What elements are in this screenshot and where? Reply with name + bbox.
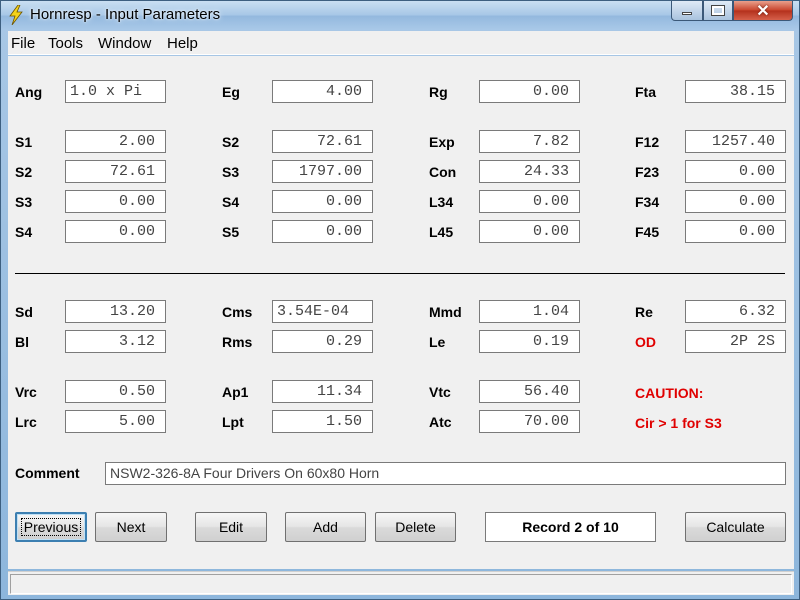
lightning-bolt-icon xyxy=(9,5,23,25)
label-fta: Fta xyxy=(635,84,656,100)
label-re: Re xyxy=(635,304,653,320)
label-ang: Ang xyxy=(15,84,43,100)
caution-title: CAUTION: xyxy=(635,385,704,401)
field-fta[interactable]: 38.15 xyxy=(685,80,786,103)
comment-label: Comment xyxy=(15,465,80,481)
field-lpt[interactable]: 1.50 xyxy=(272,410,373,433)
next-button[interactable]: Next xyxy=(95,512,167,542)
label-vtc: Vtc xyxy=(429,384,451,400)
field-cms[interactable]: 3.54E-04 xyxy=(272,300,373,323)
field-lrc[interactable]: 5.00 xyxy=(65,410,166,433)
delete-button[interactable]: Delete xyxy=(375,512,456,542)
field-atc[interactable]: 70.00 xyxy=(479,410,580,433)
label-rms: Rms xyxy=(222,334,253,350)
field-sd[interactable]: 13.20 xyxy=(65,300,166,323)
menu-file[interactable]: File xyxy=(11,35,35,52)
label-s2: S2 xyxy=(222,134,240,150)
comment-input[interactable]: NSW2-326-8A Four Drivers On 60x80 Horn xyxy=(105,462,786,485)
record-indicator: Record 2 of 10 xyxy=(485,512,656,542)
field-rg[interactable]: 0.00 xyxy=(479,80,580,103)
label-lrc: Lrc xyxy=(15,414,37,430)
field-s4[interactable]: 0.00 xyxy=(65,220,166,243)
label-s2: S2 xyxy=(15,164,33,180)
field-s5[interactable]: 0.00 xyxy=(272,220,373,243)
label-rg: Rg xyxy=(429,84,448,100)
add-button[interactable]: Add xyxy=(285,512,366,542)
label-eg: Eg xyxy=(222,84,240,100)
label-con: Con xyxy=(429,164,457,180)
field-rms[interactable]: 0.29 xyxy=(272,330,373,353)
label-od: OD xyxy=(635,334,656,350)
label-s5: S5 xyxy=(222,224,240,240)
field-s3[interactable]: 0.00 xyxy=(65,190,166,213)
field-f34[interactable]: 0.00 xyxy=(685,190,786,213)
label-f34: F34 xyxy=(635,194,660,210)
label-exp: Exp xyxy=(429,134,455,150)
label-mmd: Mmd xyxy=(429,304,462,320)
field-s2[interactable]: 72.61 xyxy=(272,130,373,153)
label-f23: F23 xyxy=(635,164,660,180)
label-cms: Cms xyxy=(222,304,253,320)
field-exp[interactable]: 7.82 xyxy=(479,130,580,153)
minimize-button[interactable] xyxy=(671,1,703,21)
field-l34[interactable]: 0.00 xyxy=(479,190,580,213)
field-re[interactable]: 6.32 xyxy=(685,300,786,323)
previous-button[interactable]: Previous xyxy=(15,512,87,542)
menu-tools[interactable]: Tools xyxy=(48,35,83,52)
maximize-button[interactable] xyxy=(703,1,733,21)
label-f12: F12 xyxy=(635,134,660,150)
field-s1[interactable]: 2.00 xyxy=(65,130,166,153)
close-button[interactable]: ✕ xyxy=(733,1,793,21)
menu-window[interactable]: Window xyxy=(98,35,151,52)
label-l34: L34 xyxy=(429,194,454,210)
calculate-button[interactable]: Calculate xyxy=(685,512,786,542)
title-bar[interactable]: Hornresp - Input Parameters ✕ xyxy=(1,1,799,30)
status-text xyxy=(10,574,792,594)
label-sd: Sd xyxy=(15,304,33,320)
field-mmd[interactable]: 1.04 xyxy=(479,300,580,323)
label-s3: S3 xyxy=(222,164,240,180)
field-s2[interactable]: 72.61 xyxy=(65,160,166,183)
label-lpt: Lpt xyxy=(222,414,244,430)
field-ap1[interactable]: 11.34 xyxy=(272,380,373,403)
caution-message: Cir > 1 for S3 xyxy=(635,415,722,431)
label-f45: F45 xyxy=(635,224,660,240)
previous-button-label: Previous xyxy=(20,518,82,536)
label-vrc: Vrc xyxy=(15,384,37,400)
input-parameters-panel: Ang 1.0 x Pi Eg 4.00 Rg 0.00 Fta 38.15 S1 2.00 S2 7… xyxy=(8,56,794,569)
menu-help[interactable]: Help xyxy=(167,35,198,52)
label-s3: S3 xyxy=(15,194,33,210)
window-title: Hornresp - Input Parameters xyxy=(30,6,221,23)
field-f12[interactable]: 1257.40 xyxy=(685,130,786,153)
label-bl: Bl xyxy=(15,334,29,350)
close-icon: ✕ xyxy=(756,2,770,20)
field-f23[interactable]: 0.00 xyxy=(685,160,786,183)
status-bar xyxy=(8,571,794,595)
field-ang[interactable]: 1.0 x Pi xyxy=(65,80,166,103)
label-s4: S4 xyxy=(222,194,240,210)
maximize-icon xyxy=(711,5,725,16)
field-s4[interactable]: 0.00 xyxy=(272,190,373,213)
field-f45[interactable]: 0.00 xyxy=(685,220,786,243)
field-od[interactable]: 2P 2S xyxy=(685,330,786,353)
label-atc: Atc xyxy=(429,414,452,430)
label-l45: L45 xyxy=(429,224,454,240)
field-bl[interactable]: 3.12 xyxy=(65,330,166,353)
menu-bar: File Tools Window Help xyxy=(8,31,794,55)
section-divider xyxy=(15,273,785,274)
label-s1: S1 xyxy=(15,134,33,150)
label-s4: S4 xyxy=(15,224,33,240)
field-eg[interactable]: 4.00 xyxy=(272,80,373,103)
main-window: Hornresp - Input Parameters ✕ File Tools… xyxy=(0,0,800,600)
field-le[interactable]: 0.19 xyxy=(479,330,580,353)
label-le: Le xyxy=(429,334,446,350)
field-l45[interactable]: 0.00 xyxy=(479,220,580,243)
field-vtc[interactable]: 56.40 xyxy=(479,380,580,403)
label-ap1: Ap1 xyxy=(222,384,249,400)
minimize-icon xyxy=(682,12,692,15)
field-con[interactable]: 24.33 xyxy=(479,160,580,183)
field-vrc[interactable]: 0.50 xyxy=(65,380,166,403)
field-s3[interactable]: 1797.00 xyxy=(272,160,373,183)
edit-button[interactable]: Edit xyxy=(195,512,267,542)
